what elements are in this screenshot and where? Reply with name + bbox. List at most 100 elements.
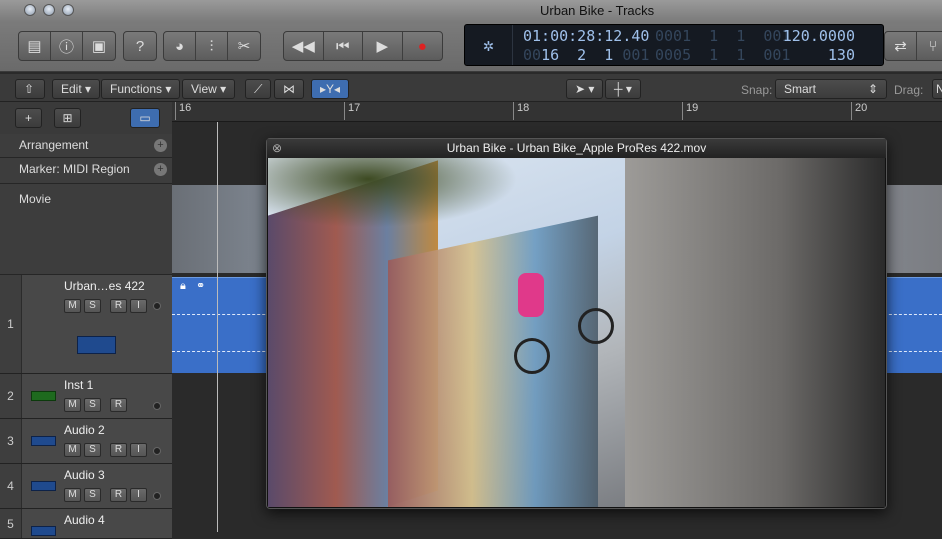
track-header[interactable]: 2 Inst 1 MSR — [0, 374, 172, 419]
functions-menu[interactable]: Functions ▾ — [101, 79, 180, 99]
global-track-arrangement[interactable]: Arrangement + — [0, 134, 172, 158]
close-icon[interactable]: ⊗ — [272, 139, 282, 158]
back-button[interactable]: ⇧ — [15, 79, 45, 99]
pointer-tool-menu[interactable]: ➤ ▾ — [566, 79, 603, 99]
add-track-button[interactable]: + — [15, 108, 42, 128]
record-button[interactable]: ● — [403, 32, 442, 60]
ruler-bar: 20 — [851, 102, 867, 120]
graffiti-wall — [388, 216, 598, 507]
minimize-window-button[interactable] — [43, 4, 55, 16]
lcd-display[interactable]: ✲ 01:00:28:12.40 0016 2 1 001 0001 1 1 0… — [464, 24, 884, 66]
pointer-icon: ➤ ▾ — [575, 82, 594, 96]
track-number: 2 — [0, 374, 22, 418]
movie-window-title-bar[interactable]: ⊗ Urban Bike - Urban Bike_Apple ProRes 4… — [267, 139, 886, 158]
inspector-button[interactable]: ⓘ — [51, 32, 83, 60]
scissors-icon: ✂ — [238, 37, 251, 55]
play-button[interactable]: ▶ — [363, 32, 403, 60]
solo-button[interactable]: S — [84, 398, 101, 412]
instrument-icon — [31, 391, 56, 401]
ruler-bar: 16 — [175, 102, 191, 120]
solo-button[interactable]: S — [84, 443, 101, 457]
global-track-marker[interactable]: Marker: MIDI Region + — [0, 158, 172, 184]
track-header[interactable]: 5 Audio 4 — [0, 509, 172, 539]
track-activity-led — [153, 447, 161, 455]
solo-button[interactable]: S — [84, 299, 101, 313]
plus-icon: + — [25, 111, 32, 125]
input-monitor-button[interactable]: I — [130, 488, 147, 502]
add-icon[interactable]: + — [154, 163, 167, 176]
global-track-movie[interactable]: Movie — [0, 184, 172, 275]
track-name[interactable]: Audio 2 — [64, 423, 105, 437]
quick-help-button[interactable]: ? — [124, 32, 156, 60]
ruler-bar: 18 — [513, 102, 529, 120]
ruler-bar: 17 — [344, 102, 360, 120]
cycle-group: ⇄ ⑂ — [884, 31, 942, 61]
record-enable-button[interactable]: R — [110, 299, 127, 313]
crosshair-icon: ┼ ▾ — [614, 82, 632, 96]
track-name[interactable]: Audio 4 — [64, 513, 105, 527]
rewind-icon: ◀◀ — [292, 37, 315, 55]
tuner-button[interactable]: ⑂ — [917, 32, 942, 60]
toolbar-button[interactable]: ▣ — [83, 32, 115, 60]
track-activity-led — [153, 302, 161, 310]
record-enable-button[interactable]: R — [110, 398, 127, 412]
mute-button[interactable]: M — [64, 443, 81, 457]
track-number: 4 — [0, 464, 22, 508]
editors-button[interactable]: ✂ — [228, 32, 260, 60]
stepper-icon: ⇕ — [868, 82, 878, 96]
secondary-tool-menu[interactable]: ┼ ▾ — [605, 79, 641, 99]
lcd-settings-gear-icon[interactable]: ✲ — [465, 25, 513, 65]
catch-button[interactable]: ▸Y◂ — [311, 79, 349, 99]
rewind-button[interactable]: ◀◀ — [284, 32, 324, 60]
edit-menu[interactable]: Edit ▾ — [52, 79, 100, 99]
go-to-beginning-icon: ⏮ — [336, 38, 350, 55]
catch-icon: ▸Y◂ — [320, 82, 340, 96]
toolbar-icon: ▣ — [92, 37, 106, 55]
track-name[interactable]: Audio 3 — [64, 468, 105, 482]
cycle-button[interactable]: ⇄ — [885, 32, 917, 60]
record-enable-button[interactable]: R — [110, 488, 127, 502]
add-folder-button[interactable]: ⊞ — [54, 108, 81, 128]
automation-button[interactable]: ⟋ — [245, 79, 271, 99]
global-tracks-button[interactable]: ▭ — [130, 108, 160, 128]
flex-button[interactable]: ⋈ — [274, 79, 304, 99]
record-enable-button[interactable]: R — [110, 443, 127, 457]
mixer-icon: ⫶ — [210, 38, 214, 55]
track-name[interactable]: Urban…es 422 — [64, 279, 145, 293]
lcd-right-locator: 0005 1 1 001 — [655, 46, 790, 65]
track-header[interactable]: 4 Audio 3 MSRI — [0, 464, 172, 509]
input-monitor-button[interactable]: I — [130, 299, 147, 313]
snap-select[interactable]: Smart⇕ — [775, 79, 887, 99]
mute-button[interactable]: M — [64, 488, 81, 502]
smart-controls-button[interactable]: ◕ — [164, 32, 196, 60]
movie-window[interactable]: ⊗ Urban Bike - Urban Bike_Apple ProRes 4… — [266, 138, 887, 509]
ruler-bar: 19 — [682, 102, 698, 120]
folder-plus-icon: ⊞ — [62, 111, 72, 125]
tuner-icon: ⑂ — [928, 38, 937, 55]
go-to-beginning-button[interactable]: ⏮ — [324, 32, 364, 60]
track-header[interactable]: 1 Urban…es 422 MSRI — [0, 275, 172, 374]
input-monitor-button[interactable]: I — [130, 443, 147, 457]
add-icon[interactable]: + — [154, 139, 167, 152]
record-icon: ● — [418, 38, 427, 55]
mixer-button[interactable]: ⫶ — [196, 32, 228, 60]
global-track-label: Arrangement — [19, 138, 88, 152]
zoom-window-button[interactable] — [62, 4, 74, 16]
view-menu[interactable]: View ▾ — [182, 79, 235, 99]
solo-button[interactable]: S — [84, 488, 101, 502]
close-window-button[interactable] — [24, 4, 36, 16]
track-activity-led — [153, 492, 161, 500]
track-header[interactable]: 3 Audio 2 MSRI — [0, 419, 172, 464]
lcd-bpm: 130 — [828, 46, 855, 65]
snap-label: Snap: — [741, 83, 772, 97]
mute-button[interactable]: M — [64, 398, 81, 412]
transport-group: ◀◀ ⏮ ▶ ● — [283, 31, 443, 61]
ruler[interactable] — [172, 102, 942, 122]
drag-select[interactable]: N — [932, 79, 942, 99]
playhead[interactable] — [217, 122, 218, 532]
track-name[interactable]: Inst 1 — [64, 378, 93, 392]
mute-button[interactable]: M — [64, 299, 81, 313]
library-button[interactable]: ▤ — [19, 32, 51, 60]
global-track-label: Marker: MIDI Region — [19, 162, 130, 176]
track-number: 3 — [0, 419, 22, 463]
